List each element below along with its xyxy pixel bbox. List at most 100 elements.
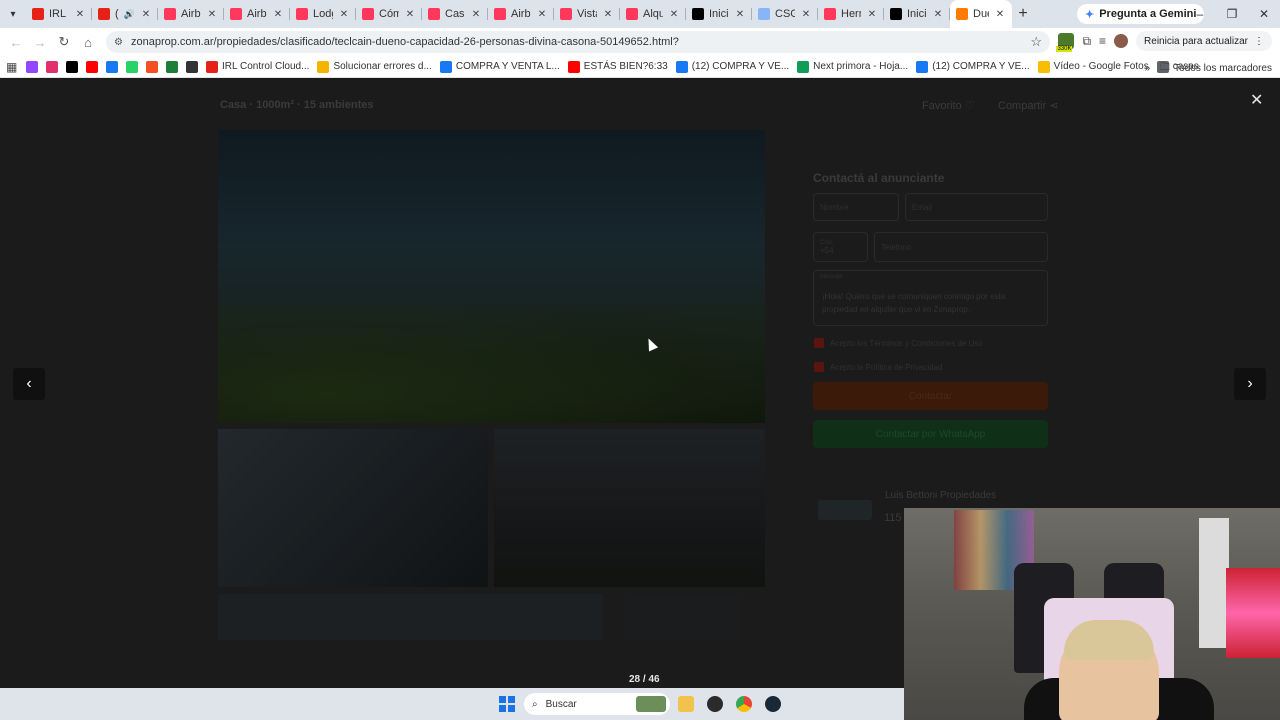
bookmark-item[interactable]: IRL Control Cloud... [206,60,309,73]
gallery-photo-main[interactable] [218,130,765,423]
bookmark-item[interactable] [166,60,178,73]
browser-tab[interactable]: Airbr ✕ [158,0,224,28]
email-field[interactable]: Email [905,193,1048,221]
bookmark-item[interactable] [126,60,138,73]
tab-close-icon[interactable]: ✕ [932,9,944,20]
bookmark-item[interactable] [186,60,198,73]
bookmark-item[interactable]: COMPRA Y VENTA L... [439,60,560,73]
more-menu-icon[interactable]: ⋮ [1254,36,1264,47]
browser-tab[interactable]: Alqu ✕ [620,0,686,28]
back-icon[interactable]: ← [4,35,28,50]
tab-close-icon[interactable]: ✕ [206,9,218,20]
browser-tab[interactable]: Airbr ✕ [488,0,554,28]
tab-close-icon[interactable]: ✕ [866,9,878,20]
bookmark-item[interactable]: Vídeo - Google Fotos [1037,60,1149,73]
tab-close-icon[interactable]: ✕ [602,9,614,20]
bookmark-favicon-icon [797,60,810,73]
reload-icon[interactable]: ↻ [52,34,76,50]
bookmark-item[interactable] [66,60,78,73]
bookmark-item[interactable] [146,60,158,73]
media-control-icon[interactable]: ≡ [1099,34,1106,48]
bookmark-label: Vídeo - Google Fotos [1053,61,1149,72]
browser-tab[interactable]: IRL C ✕ [26,0,92,28]
whatsapp-button[interactable]: Contactar por WhatsApp [813,420,1048,448]
close-gallery-icon[interactable]: ✕ [1250,90,1263,110]
tab-close-icon[interactable]: ✕ [668,9,680,20]
forward-icon[interactable]: → [28,35,52,50]
tab-close-icon[interactable]: ✕ [734,9,746,20]
bookmark-item[interactable]: (12) COMPRA Y VE... [675,60,789,73]
minimize-icon[interactable]: – [1184,0,1216,28]
favorite-button[interactable]: Favorito ♡ [922,99,975,112]
apps-grid-icon[interactable]: ▦ [6,60,20,74]
privacy-checkbox[interactable] [814,362,824,372]
terms-label[interactable]: Acepto los Términos y Condiciones de Uso [830,339,983,348]
browser-tab[interactable]: Vista ✕ [554,0,620,28]
browser-tab[interactable]: Due ✕ [950,0,1012,28]
all-bookmarks-button[interactable]: 🗀 Todos los marcadores [1160,60,1272,77]
bookmark-item[interactable]: Solucionar errores d... [317,60,432,73]
gallery-photo-thumb[interactable] [494,429,765,587]
privacy-label[interactable]: Acepto la Política de Privacidad [830,363,943,372]
bookmark-item[interactable]: Next primora - Hoja... [797,60,908,73]
extension-icon[interactable]: 330K [1056,33,1075,52]
name-field[interactable]: Nombre [813,193,899,221]
tab-bar: ▾ IRL C✕(5🔊✕Airbr✕Airbr✕Lodg✕Cóm✕Casa✕Ai… [0,0,1280,28]
browser-tab[interactable]: Inicio ✕ [884,0,950,28]
browser-tab[interactable]: (5 🔊 ✕ [92,0,158,28]
bookmark-item[interactable] [26,60,38,73]
windows-start-icon[interactable] [499,696,515,712]
bookmark-item[interactable] [46,60,58,73]
bookmark-item[interactable]: (12) COMPRA Y VE... [916,60,1030,73]
update-button[interactable]: Reinicia para actualizar ⋮ [1136,31,1272,51]
gallery-photo-thumb[interactable] [218,429,488,587]
url-field[interactable]: ⚙ zonaprop.com.ar/propiedades/clasificad… [106,31,1050,53]
country-code-select[interactable]: Cód. +54 [813,232,868,262]
widgets-icon[interactable] [636,696,666,712]
tab-close-icon[interactable]: ✕ [536,9,548,20]
bookmark-star-icon[interactable]: ☆ [1030,34,1042,50]
more-bookmarks-icon[interactable]: » [1145,63,1151,74]
next-photo-button[interactable]: › [1234,368,1266,400]
tab-audio-icon[interactable]: 🔊 [124,9,135,20]
home-icon[interactable]: ⌂ [76,35,100,50]
bookmark-item[interactable] [106,60,118,73]
browser-tab[interactable]: Airbr ✕ [224,0,290,28]
tab-close-icon[interactable]: ✕ [994,9,1006,20]
previous-photo-button[interactable]: ‹ [13,368,45,400]
gallery-photo-thumb[interactable] [218,594,603,640]
file-explorer-icon[interactable] [678,696,694,712]
browser-tab[interactable]: Lodg ✕ [290,0,356,28]
chrome-icon[interactable] [736,696,752,712]
tab-close-icon[interactable]: ✕ [470,9,482,20]
tab-close-icon[interactable]: ✕ [338,9,350,20]
share-button[interactable]: Compartir ⋖ [998,99,1059,112]
app-icon[interactable] [707,696,723,712]
tab-close-icon[interactable]: ✕ [74,9,86,20]
browser-tab[interactable]: CSG(✕ [752,0,818,28]
tab-close-icon[interactable]: ✕ [800,9,812,20]
extensions-puzzle-icon[interactable]: ⧉ [1082,34,1091,49]
bookmark-item[interactable] [86,60,98,73]
tab-close-icon[interactable]: ✕ [272,9,284,20]
tab-search-icon[interactable]: ▾ [0,0,26,28]
contact-button[interactable]: Contactar [813,382,1048,410]
restore-icon[interactable]: ❐ [1216,0,1248,28]
email-placeholder: Email [912,202,933,212]
new-tab-button[interactable]: + [1012,5,1034,23]
tab-close-icon[interactable]: ✕ [140,9,152,20]
browser-tab[interactable]: Casa ✕ [422,0,488,28]
gallery-photo-thumb[interactable] [625,594,738,640]
close-window-icon[interactable]: ✕ [1248,0,1280,28]
site-info-icon[interactable]: ⚙ [114,37,123,48]
browser-tab[interactable]: Inicio ✕ [686,0,752,28]
profile-avatar[interactable] [1114,34,1129,48]
browser-tab[interactable]: Herm ✕ [818,0,884,28]
steam-icon[interactable] [765,696,781,712]
terms-checkbox[interactable] [814,338,824,348]
bookmark-item[interactable]: ESTÁS BIEN?6:33 [567,60,668,73]
tab-close-icon[interactable]: ✕ [404,9,416,20]
tab-title: Vista [577,8,597,20]
phone-field[interactable]: Teléfono [874,232,1048,262]
browser-tab[interactable]: Cóm ✕ [356,0,422,28]
